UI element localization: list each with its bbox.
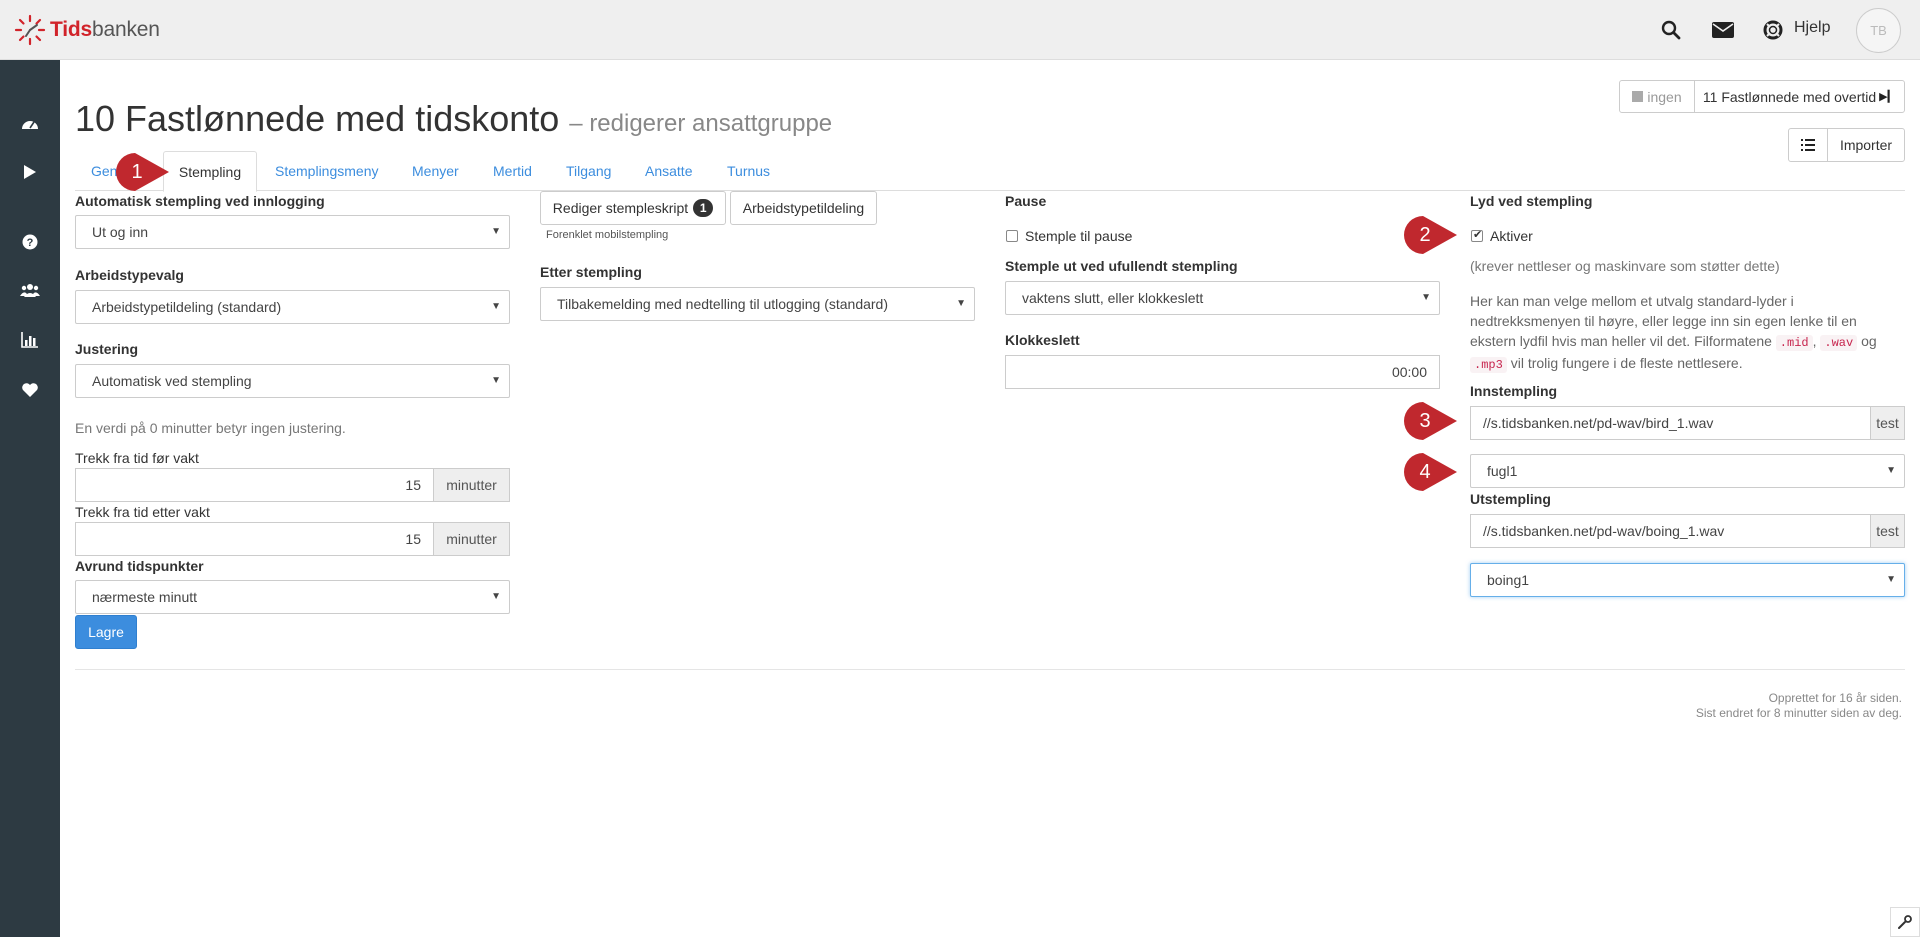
stamp-in-sound-select[interactable]: fugl1 ▼ (1470, 454, 1905, 488)
page-title: 10 Fastlønnede med tidskonto – redigerer… (75, 98, 833, 139)
adjust-select[interactable]: Automatisk ved stempling ▼ (75, 364, 510, 398)
sound-help-text: Her kan man velge mellom et utvalg stand… (1470, 293, 1877, 373)
pause-checkbox[interactable] (1006, 230, 1018, 242)
clock-time-label: Klokkeslett (1005, 332, 1080, 348)
stamp-in-test-button[interactable]: test (1870, 406, 1905, 440)
search-icon[interactable] (1659, 18, 1683, 42)
worktype-label: Arbeidstypevalg (75, 267, 184, 283)
incomplete-stamp-select[interactable]: vaktens slutt, eller klokkeslett ▼ (1005, 281, 1440, 315)
clock-time-input[interactable]: 00:00 (1005, 355, 1440, 389)
callout-marker-4: 4 (1403, 452, 1459, 492)
brand-name: Tidsbanken (50, 18, 160, 41)
before-shift-unit: minutter (433, 468, 510, 502)
adjust-help-text: En verdi på 0 minutter betyr ingen juste… (75, 420, 346, 436)
next-group-button[interactable]: 11 Fastlønnede med overtid ▶▎ (1694, 80, 1905, 113)
created-info: Opprettet for 16 år siden. (1768, 691, 1902, 705)
stamp-in-label: Innstempling (1470, 383, 1558, 399)
svg-text:?: ? (27, 237, 34, 249)
sound-label: Lyd ved stempling (1470, 193, 1593, 209)
caret-down-icon: ▼ (491, 591, 501, 602)
caret-down-icon: ▼ (1886, 574, 1896, 585)
code-wav: .wav (1820, 335, 1858, 351)
callout-marker-2: 2 (1403, 215, 1459, 255)
page-subtitle: – redigerer ansattgruppe (569, 110, 833, 137)
prev-group-button[interactable]: ingen (1619, 80, 1695, 113)
clock-logo-icon (14, 14, 46, 46)
stamp-out-label: Utstempling (1470, 491, 1551, 507)
tab-turnus[interactable]: Turnus (727, 151, 770, 191)
edit-script-button[interactable]: Rediger stempleskript 1 (540, 191, 726, 225)
code-mp3: .mp3 (1470, 357, 1507, 373)
help-link[interactable]: Hjelp (1794, 19, 1830, 37)
caret-down-icon: ▼ (956, 298, 966, 309)
after-stamp-select[interactable]: Tilbakemelding med nedtelling til utlogg… (540, 287, 975, 321)
tab-menyer[interactable]: Menyer (412, 151, 459, 191)
after-shift-label: Trekk fra tid etter vakt (75, 504, 210, 520)
simplified-mobile-note: Forenklet mobilstempling (546, 229, 669, 241)
play-icon[interactable] (18, 160, 42, 184)
round-select[interactable]: nærmeste minutt ▼ (75, 580, 510, 614)
after-shift-unit: minutter (433, 522, 510, 556)
wrench-icon[interactable] (1890, 907, 1920, 937)
sidebar: ? (0, 60, 60, 937)
before-shift-input[interactable]: 15 (75, 468, 434, 502)
avatar[interactable]: TB (1856, 8, 1901, 53)
stamp-in-url-input[interactable]: //s.tidsbanken.net/pd-wav/bird_1.wav (1470, 406, 1871, 440)
lifebuoy-icon[interactable] (1761, 18, 1785, 42)
caret-down-icon: ▼ (491, 375, 501, 386)
bar-chart-icon[interactable] (18, 328, 42, 352)
auto-stamp-select[interactable]: Ut og inn ▼ (75, 215, 510, 249)
script-count-badge: 1 (693, 199, 714, 217)
requires-note: (krever nettleser og maskinvare som støt… (1470, 258, 1780, 274)
before-shift-label: Trekk fra tid før vakt (75, 450, 199, 466)
caret-down-icon: ▼ (491, 226, 501, 237)
stamp-out-test-button[interactable]: test (1870, 514, 1905, 548)
dashboard-icon[interactable] (18, 111, 42, 135)
worktype-select[interactable]: Arbeidstypetildeling (standard) ▼ (75, 290, 510, 324)
pause-label: Pause (1005, 193, 1047, 209)
envelope-icon[interactable] (1711, 18, 1735, 42)
caret-down-icon: ▼ (491, 301, 501, 312)
stop-icon (1632, 91, 1644, 102)
code-mid: .mid (1775, 335, 1813, 351)
divider (75, 669, 1905, 670)
tab-bar: Generelt Stempling Stemplingsmeny Menyer… (75, 151, 1905, 192)
adjust-label: Justering (75, 341, 139, 357)
users-icon[interactable] (18, 278, 42, 302)
tab-ansatte[interactable]: Ansatte (645, 151, 692, 191)
tab-stempling[interactable]: Stempling (163, 151, 257, 192)
stamp-out-url-input[interactable]: //s.tidsbanken.net/pd-wav/boing_1.wav (1470, 514, 1871, 548)
callout-marker-1: 1 (115, 152, 171, 192)
step-forward-icon: ▶▎ (1879, 91, 1897, 103)
stamp-out-sound-select[interactable]: boing1 ▼ (1470, 563, 1905, 597)
tab-mertid[interactable]: Mertid (493, 151, 532, 191)
worktype-assign-button[interactable]: Arbeidstypetildeling (730, 191, 877, 225)
after-stamp-label: Etter stempling (540, 264, 642, 280)
logo[interactable]: Tidsbanken (14, 14, 160, 46)
tab-tilgang[interactable]: Tilgang (566, 151, 611, 191)
incomplete-stamp-label: Stemple ut ved ufullendt stempling (1005, 258, 1238, 274)
activate-sound-label: Aktiver (1490, 228, 1533, 244)
round-label: Avrund tidspunkter (75, 558, 204, 574)
top-bar: Tidsbanken Hjelp TB (0, 0, 1920, 60)
heart-icon[interactable] (18, 378, 42, 402)
changed-info: Sist endret for 8 minutter siden av deg. (1695, 706, 1902, 720)
callout-marker-3: 3 (1403, 401, 1459, 441)
caret-down-icon: ▼ (1886, 465, 1896, 476)
activate-sound-checkbox[interactable] (1471, 228, 1483, 242)
after-shift-input[interactable]: 15 (75, 522, 434, 556)
list-icon (1801, 139, 1815, 151)
tab-stemplingsmeny[interactable]: Stemplingsmeny (275, 151, 379, 191)
pause-checkbox-label: Stemple til pause (1025, 228, 1133, 244)
auto-stamp-label: Automatisk stempling ved innlogging (75, 193, 325, 209)
save-button[interactable]: Lagre (75, 615, 137, 649)
question-icon[interactable]: ? (18, 230, 42, 254)
caret-down-icon: ▼ (1421, 292, 1431, 303)
